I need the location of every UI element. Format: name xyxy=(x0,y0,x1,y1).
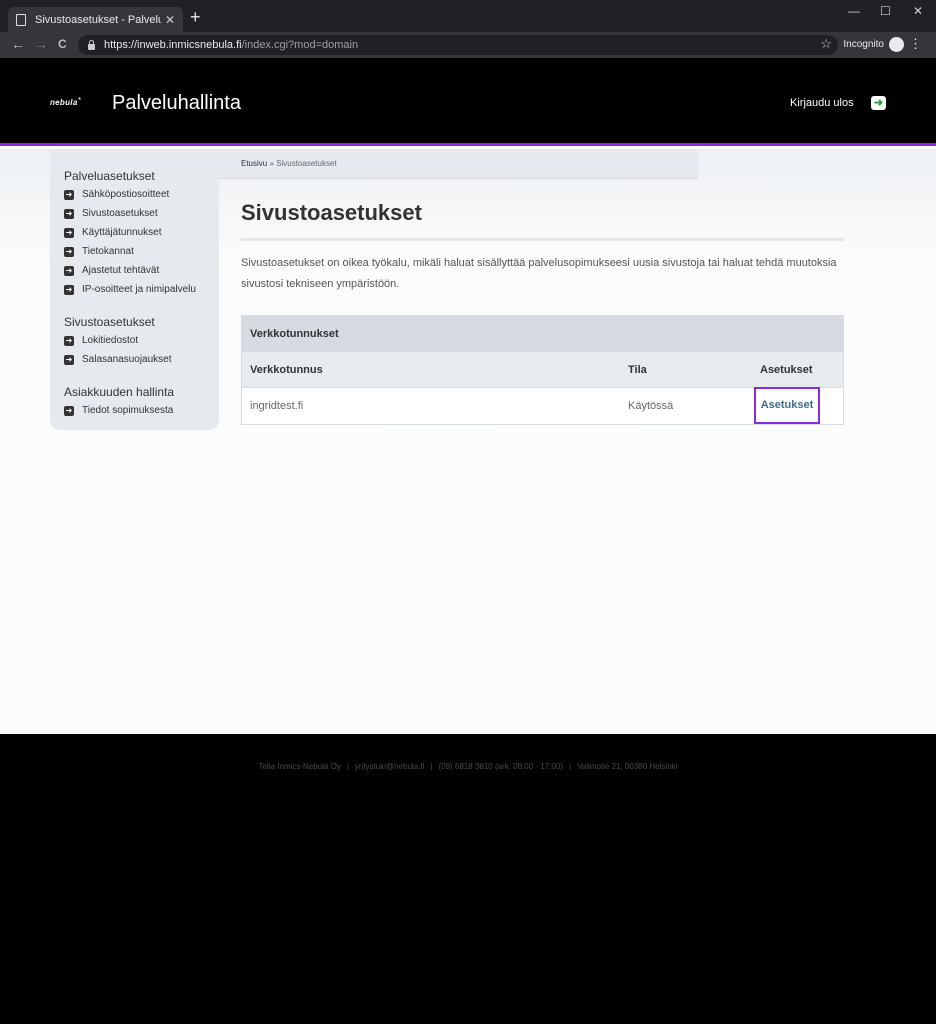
url-host: https://inweb.inmicsnebula.fi xyxy=(104,39,242,51)
footer-separator: | xyxy=(430,762,433,771)
breadcrumb-current: Sivustoasetukset xyxy=(276,159,337,168)
sidebar-item-site-settings[interactable]: ➜ Sivustoasetukset xyxy=(64,204,219,223)
logout-arrow-icon[interactable]: ➜ xyxy=(871,96,886,110)
footer-company: Telia Inmics-Nebula Oy xyxy=(258,762,341,771)
sidebar-item-label: Ajastetut tehtävät xyxy=(82,265,160,276)
sidebar-item-label: IP-osoitteet ja nimipalvelu xyxy=(82,284,196,295)
intro-text: Sivustoasetukset on oikea työkalu, mikäl… xyxy=(241,257,837,290)
column-header-status: Tila xyxy=(628,364,647,376)
arrow-right-icon: ➜ xyxy=(64,227,74,238)
sidebar-item-label: Tietokannat xyxy=(82,246,134,257)
sidebar: Palveluasetukset ➜ Sähköpostiosoitteet ➜ S… xyxy=(50,149,219,430)
footer-phone: (09) 6818 3810 (ark. 08:00 - 17:00) xyxy=(438,762,563,771)
page-title: Sivustoasetukset xyxy=(241,200,422,225)
footer-address: Valimotie 21, 00380 Helsinki xyxy=(577,762,678,771)
site-title: Palveluhallinta xyxy=(112,92,241,114)
domains-table: Verkkotunnukset Verkkotunnus Tila Asetuk… xyxy=(241,315,844,425)
sidebar-item-label: Sähköpostiosoitteet xyxy=(82,189,170,200)
close-tab-icon[interactable]: ✕ xyxy=(165,13,175,27)
address-bar[interactable]: https://inweb.inmicsnebula.fi /index.cgi… xyxy=(78,35,838,55)
sidebar-item-label: Salasanasuojaukset xyxy=(82,354,172,365)
footer-email-link[interactable]: yritystuki@nebula.fi xyxy=(355,762,424,771)
site-header: nebula * Palveluhallinta Kirjaudu ulos ➜ xyxy=(0,58,936,146)
sidebar-item-user-accounts[interactable]: ➜ Käyttäjätunnukset xyxy=(64,223,219,242)
arrow-right-icon: ➜ xyxy=(64,208,74,219)
lock-icon xyxy=(88,39,95,50)
browser-tab-bar: Sivustoasetukset - Palveluhallinta ✕ + —… xyxy=(0,0,936,32)
back-arrow-icon[interactable]: ← xyxy=(11,36,25,52)
sidebar-item-scheduled-tasks[interactable]: ➜ Ajastetut tehtävät xyxy=(64,261,219,280)
footer-separator: | xyxy=(568,762,572,771)
new-tab-icon[interactable]: + xyxy=(190,8,201,26)
sidebar-item-label: Lokitiedostot xyxy=(82,335,139,346)
forward-arrow-icon[interactable]: → xyxy=(34,36,48,52)
arrow-right-icon: ➜ xyxy=(64,284,74,295)
arrow-right-icon: ➜ xyxy=(64,405,74,416)
sidebar-item-email-addresses[interactable]: ➜ Sähköpostiosoitteet xyxy=(64,185,219,204)
status-cell: Käytössä xyxy=(628,400,674,412)
logo-star-icon: * xyxy=(78,96,82,105)
incognito-label: Incognito xyxy=(843,39,884,50)
table-header-row: Verkkotunnus Tila Asetukset xyxy=(242,352,843,388)
arrow-right-icon: ➜ xyxy=(64,265,74,276)
sidebar-item-contract-info[interactable]: ➜ Tiedot sopimuksesta xyxy=(64,401,219,420)
reload-icon[interactable]: C xyxy=(58,36,67,52)
bookmark-star-icon[interactable]: ☆ xyxy=(820,36,832,52)
browser-menu-icon[interactable]: ⋮ xyxy=(909,36,922,52)
breadcrumb-home-link[interactable]: Etusivu xyxy=(241,159,267,168)
sidebar-item-label: Tiedot sopimuksesta xyxy=(82,405,174,416)
arrow-right-icon: ➜ xyxy=(64,189,74,200)
breadcrumb-separator: » xyxy=(267,159,277,168)
browser-toolbar: ← → C https://inweb.inmicsnebula.fi /ind… xyxy=(0,32,936,58)
sidebar-item-ip-dns[interactable]: ➜ IP-osoitteet ja nimipalvelu xyxy=(64,280,219,299)
tab-title: Sivustoasetukset - Palveluhallinta xyxy=(35,13,161,26)
nebula-logo[interactable]: nebula xyxy=(50,98,78,107)
maximize-icon[interactable]: ☐ xyxy=(880,4,891,18)
arrow-right-icon: ➜ xyxy=(64,246,74,257)
page-icon xyxy=(16,13,26,26)
sidebar-section-title: Asiakkuuden hallinta xyxy=(64,385,175,399)
table-row: ingridtest.fi Käytössä Asetukset xyxy=(242,387,843,424)
column-header-domain: Verkkotunnus xyxy=(250,364,323,376)
breadcrumb: Etusivu » Sivustoasetukset xyxy=(219,149,698,179)
domain-cell: ingridtest.fi xyxy=(250,400,304,412)
sidebar-section-title: Sivustoasetukset xyxy=(64,315,155,329)
browser-tab[interactable]: Sivustoasetukset - Palveluhallinta ✕ xyxy=(8,7,183,32)
sidebar-item-password-protection[interactable]: ➜ Salasanasuojaukset xyxy=(64,350,219,369)
footer-contact-line: Telia Inmics-Nebula Oy | yritystuki@nebula… xyxy=(0,762,936,771)
column-header-settings: Asetukset xyxy=(760,364,813,376)
logout-link[interactable]: Kirjaudu ulos xyxy=(790,97,854,109)
url-path: /index.cgi?mod=domain xyxy=(241,39,359,51)
sidebar-item-databases[interactable]: ➜ Tietokannat xyxy=(64,242,219,261)
arrow-right-icon: ➜ xyxy=(64,354,74,365)
arrow-right-icon: ➜ xyxy=(64,335,74,346)
footer-separator: | xyxy=(346,762,349,771)
incognito-icon[interactable] xyxy=(889,37,904,52)
site-footer: Telia Inmics-Nebula Oy | yritystuki@nebula… xyxy=(0,734,936,1024)
sidebar-item-label: Käyttäjätunnukset xyxy=(82,227,162,238)
sidebar-section-title: Palveluasetukset xyxy=(64,169,155,183)
table-caption: Verkkotunnukset xyxy=(242,316,843,352)
title-divider xyxy=(241,238,844,241)
sidebar-item-log-files[interactable]: ➜ Lokitiedostot xyxy=(64,331,219,350)
sidebar-item-label: Sivustoasetukset xyxy=(82,208,158,219)
page-content: Palveluasetukset ➜ Sähköpostiosoitteet ➜ S… xyxy=(0,149,936,734)
close-window-icon[interactable]: ✕ xyxy=(913,4,923,18)
minimize-icon[interactable]: — xyxy=(848,4,860,18)
domain-settings-link[interactable]: Asetukset xyxy=(754,387,820,424)
